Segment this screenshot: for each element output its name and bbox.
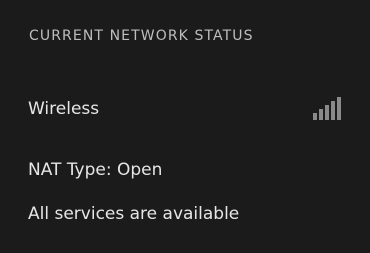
signal-bar-3 (325, 105, 329, 120)
nat-type-label: NAT Type: Open (28, 160, 163, 180)
signal-bar-2 (319, 109, 323, 120)
signal-bar-1 (313, 113, 317, 120)
connection-type-label: Wireless (28, 99, 100, 119)
services-status-label: All services are available (28, 204, 240, 224)
signal-bar-4 (331, 101, 335, 120)
network-status-panel: CURRENT NETWORK STATUS Wireless NAT Type… (0, 0, 370, 253)
signal-bar-5 (337, 97, 341, 120)
signal-bars-icon (313, 97, 341, 120)
section-heading: CURRENT NETWORK STATUS (29, 28, 254, 44)
